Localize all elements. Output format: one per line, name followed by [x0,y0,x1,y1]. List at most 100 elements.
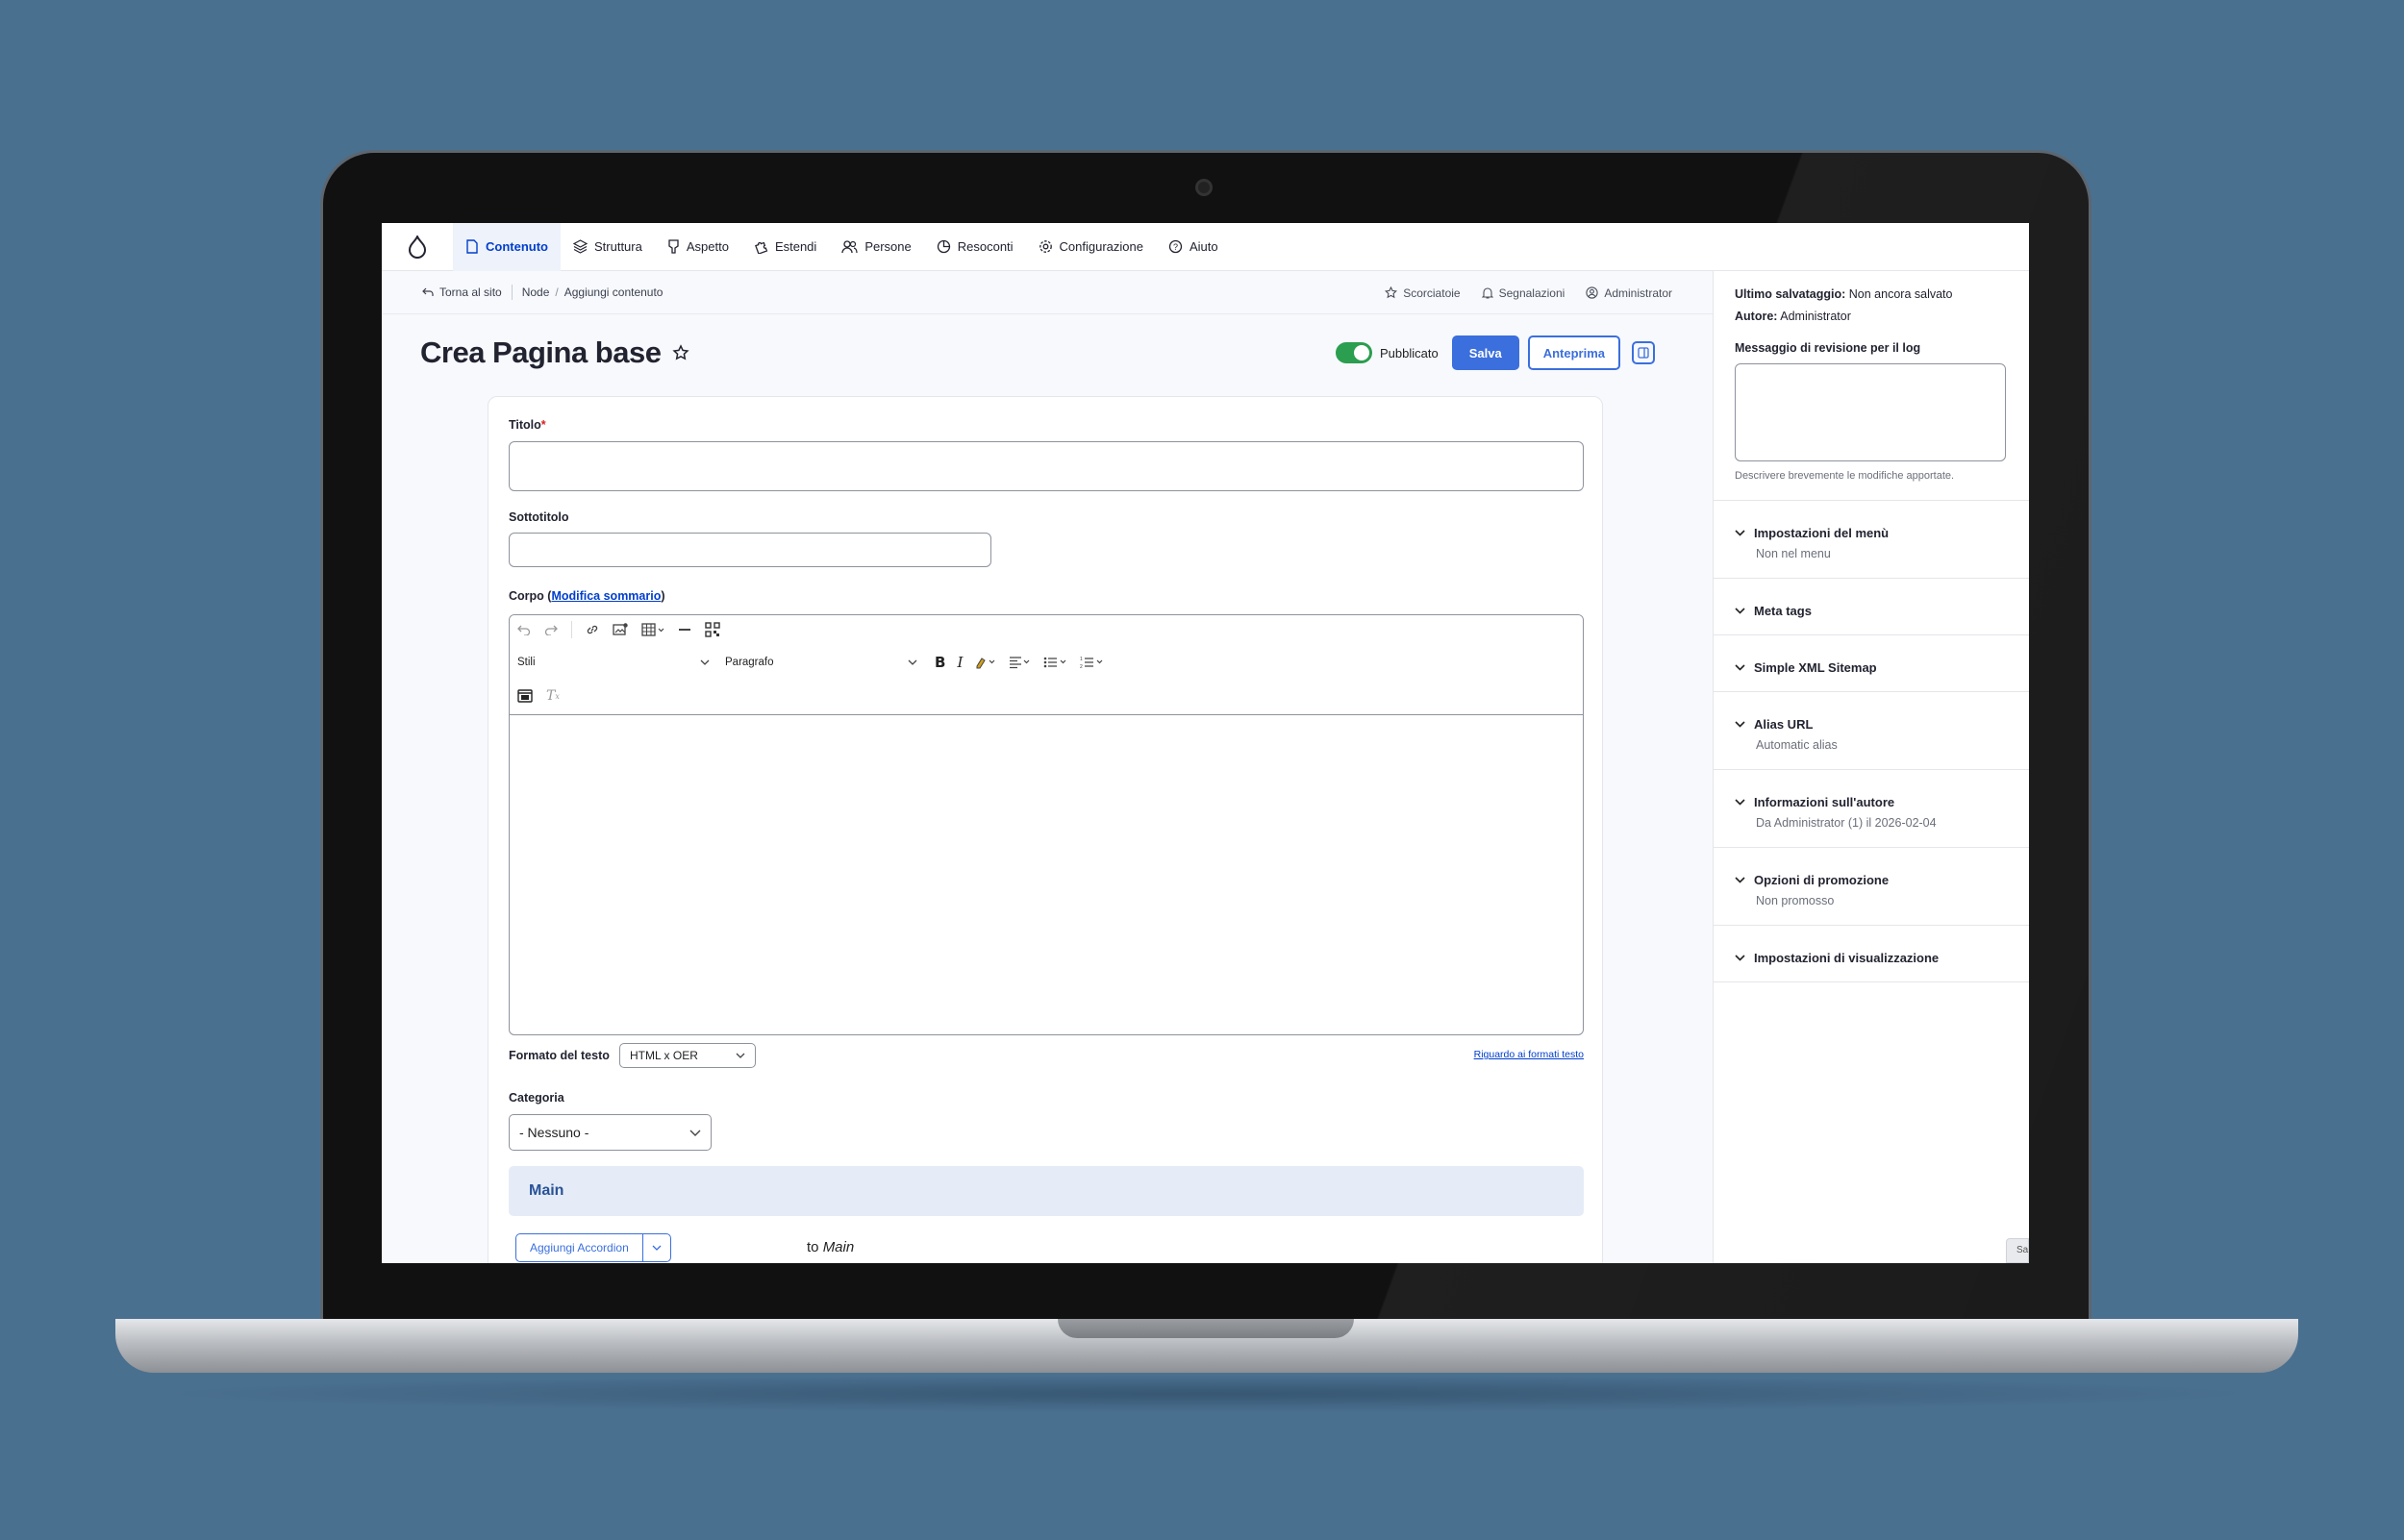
svg-text:1: 1 [1080,657,1083,662]
accordion-promotion-options[interactable]: Opzioni di promozione Non promosso [1714,847,2029,925]
nav-label: Aiuto [1189,239,1218,254]
remove-format-icon[interactable]: Tx [546,688,560,704]
accordion-menu-settings[interactable]: Impostazioni del menù Non nel menu [1714,500,2029,578]
chevron-down-icon [1735,799,1745,806]
editor-toolbar: Stili Paragrafo B I 12 Tx [510,615,1583,715]
revision-log-textarea[interactable] [1735,363,2006,461]
highlight-icon[interactable] [974,656,997,669]
category-select[interactable]: - Nessuno - [509,1114,712,1151]
align-icon[interactable] [1009,656,1032,669]
nav-item-persone[interactable]: Persone [829,223,923,271]
preview-button[interactable]: Anteprima [1527,335,1620,370]
accordion-xml-sitemap[interactable]: Simple XML Sitemap [1714,634,2029,691]
layers-icon [572,239,588,254]
bold-icon[interactable]: B [935,654,945,671]
chevron-down-icon [1735,664,1745,671]
revision-log-help: Descrivere brevemente le modifiche appor… [1735,470,1955,482]
region-main-header: Main [509,1166,1584,1216]
accordion-author-info[interactable]: Informazioni sull'autore Da Administrato… [1714,769,2029,847]
horizontal-line-icon[interactable] [678,623,691,636]
undo-icon[interactable] [517,624,531,635]
nav-label: Configurazione [1059,239,1143,254]
node-form: Titolo* Sottotitolo Corpo (Modifica somm… [488,396,1603,1263]
text-format-label: Formato del testo [509,1049,610,1062]
required-marker: * [540,418,546,432]
chevron-down-icon [700,659,710,665]
file-icon [466,239,478,254]
table-icon[interactable] [641,623,664,636]
nav-label: Struttura [593,239,642,254]
star-icon[interactable] [672,344,690,361]
styles-select[interactable]: Stili [517,657,710,668]
chevron-down-icon [1735,877,1745,883]
nav-label: Persone [864,239,912,254]
notifications-link[interactable]: Segnalazioni [1481,286,1565,300]
puzzle-icon [754,241,768,254]
breadcrumb-item-add-content[interactable]: Aggiungi contenuto [564,286,664,299]
subtitle-input[interactable] [509,533,991,567]
link-icon[interactable] [586,623,599,636]
nav-label: Estendi [774,239,817,254]
text-format-select[interactable]: HTML x OER [619,1043,756,1068]
add-accordion-label[interactable]: Aggiungi Accordion [516,1234,643,1261]
back-arrow-icon [422,287,434,296]
last-saved-meta: Ultimo salvataggio: Non ancora salvato [1735,287,1953,301]
image-icon[interactable] [613,623,628,636]
body-editor: Stili Paragrafo B I 12 Tx [509,614,1584,1035]
chevron-down-icon[interactable] [643,1234,670,1261]
redo-icon[interactable] [544,624,558,635]
nav-item-struttura[interactable]: Struttura [561,223,655,271]
nav-item-resoconti[interactable]: Resoconti [924,223,1026,271]
meta-sidebar: Ultimo salvataggio: Non ancora salvato A… [1713,271,2029,1263]
paragraph-select[interactable]: Paragrafo [725,657,917,668]
nav-item-aspetto[interactable]: Aspetto [655,223,741,271]
bulleted-list-icon[interactable] [1043,656,1068,669]
edit-summary-link[interactable]: Modifica sommario [551,589,661,603]
corner-tab[interactable]: Sa [2006,1238,2029,1263]
editor-content-area[interactable] [510,715,1583,1034]
camera-icon [1195,179,1213,196]
brush-icon [668,239,679,254]
main-content: Torna al sito Node / Aggiungi contenuto … [382,271,1713,1263]
shortcuts-link[interactable]: Scorciatoie [1385,286,1461,300]
nav-item-estendi[interactable]: Estendi [741,223,829,271]
text-formats-help-link[interactable]: Riguardo ai formati testo [1474,1049,1584,1060]
accordion-meta-tags[interactable]: Meta tags [1714,578,2029,634]
bell-icon [1481,287,1493,299]
accordion-display-settings[interactable]: Impostazioni di visualizzazione [1714,925,2029,982]
nav-label: Resoconti [957,239,1014,254]
numbered-list-icon[interactable]: 12 [1080,656,1105,669]
nav-item-aiuto[interactable]: ? Aiuto [1156,223,1231,271]
save-button[interactable]: Salva [1451,335,1519,370]
title-row: Crea Pagina base Pubblicato Salva Antepr… [420,329,1690,377]
nav-item-configurazione[interactable]: Configurazione [1026,223,1156,271]
panel-icon [1638,347,1649,359]
category-label: Categoria [509,1091,564,1105]
add-accordion-button[interactable]: Aggiungi Accordion [515,1233,671,1262]
back-to-site-link[interactable]: Torna al sito [439,286,502,299]
qr-code-icon[interactable] [705,622,720,637]
chart-pie-icon [937,239,950,254]
nav-item-contenuto[interactable]: Contenuto [453,223,561,271]
star-icon [1385,286,1398,299]
chevron-down-icon [908,659,917,665]
chevron-down-icon [1735,955,1745,961]
drupal-logo-icon[interactable] [382,223,453,271]
sidebar-toggle-button[interactable] [1632,341,1655,364]
svg-text:?: ? [1173,242,1178,252]
help-icon: ? [1168,239,1183,254]
published-toggle[interactable] [1336,342,1372,363]
user-label: Administrator [1604,286,1672,300]
user-menu[interactable]: Administrator [1586,286,1672,300]
chevron-down-icon [736,1053,745,1058]
accordion-url-alias[interactable]: Alias URL Automatic alias [1714,691,2029,769]
author-meta: Autore: Administrator [1735,310,1851,323]
italic-icon[interactable]: I [957,654,963,671]
to-region-text: to Main [807,1239,855,1255]
gear-icon [1039,240,1052,253]
breadcrumb: Torna al sito Node / Aggiungi contenuto [422,285,663,300]
breadcrumb-item-node[interactable]: Node [522,286,550,299]
source-editing-icon[interactable] [517,689,533,703]
title-input[interactable] [509,441,1584,491]
admin-toolbar: Contenuto Struttura Aspetto Estendi Pers… [382,223,2029,271]
